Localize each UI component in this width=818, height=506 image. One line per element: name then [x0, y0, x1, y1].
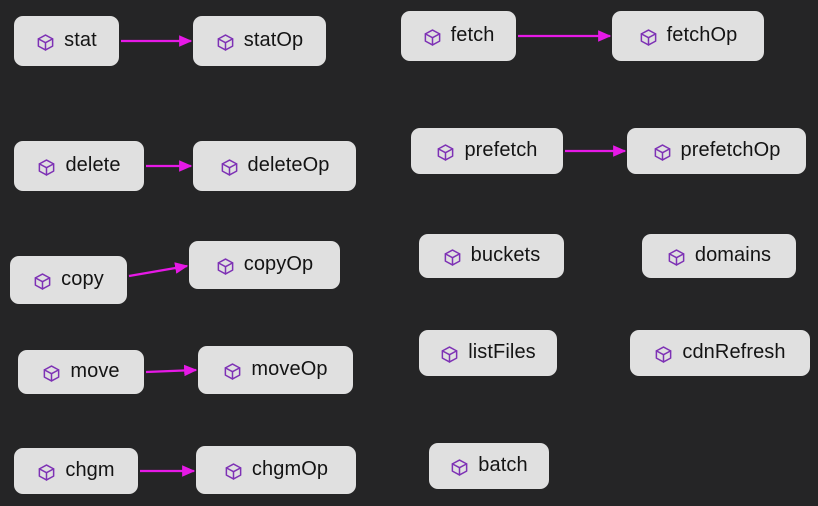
cube-icon [440, 345, 459, 364]
cube-icon [220, 158, 239, 177]
node-listFiles[interactable]: listFiles [419, 330, 557, 376]
node-label: cdnRefresh [682, 341, 786, 363]
node-moveOp[interactable]: moveOp [198, 346, 353, 394]
node-label: chgm [65, 459, 115, 481]
cube-icon [443, 248, 462, 267]
node-label: chgmOp [251, 458, 329, 480]
node-domains[interactable]: domains [642, 234, 796, 278]
node-fetch[interactable]: fetch [401, 11, 516, 61]
node-label: copyOp [243, 253, 314, 275]
cube-icon [423, 28, 442, 47]
node-deleteOp[interactable]: deleteOp [193, 141, 356, 191]
node-label: fetchOp [666, 24, 738, 46]
node-fetchOp[interactable]: fetchOp [612, 11, 764, 61]
node-label: stat [64, 29, 97, 51]
node-chgm[interactable]: chgm [14, 448, 138, 494]
cube-icon [37, 463, 56, 482]
node-label: domains [694, 244, 772, 266]
cube-icon [639, 28, 658, 47]
cube-icon [37, 158, 56, 177]
node-chgmOp[interactable]: chgmOp [196, 446, 356, 494]
graph-canvas: stat statOp fetch fetchOp delete deleteOp pref… [0, 0, 818, 506]
node-label: prefetchOp [680, 139, 781, 161]
node-buckets[interactable]: buckets [419, 234, 564, 278]
cube-icon [216, 33, 235, 52]
node-batch[interactable]: batch [429, 443, 549, 489]
node-label: copy [61, 268, 104, 290]
node-move[interactable]: move [18, 350, 144, 394]
node-label: listFiles [468, 341, 536, 363]
cube-icon [223, 362, 242, 381]
node-label: batch [478, 454, 528, 476]
node-label: buckets [470, 244, 541, 266]
node-copyOp[interactable]: copyOp [189, 241, 340, 289]
node-label: moveOp [251, 358, 328, 380]
cube-icon [667, 248, 686, 267]
node-statOp[interactable]: statOp [193, 16, 326, 66]
edge-copy-to-copyOp [128, 262, 189, 278]
edge-move-to-moveOp [145, 364, 198, 377]
node-copy[interactable]: copy [10, 256, 127, 304]
cube-icon [224, 462, 243, 481]
node-cdnRefresh[interactable]: cdnRefresh [630, 330, 810, 376]
cube-icon [450, 458, 469, 477]
node-label: statOp [243, 29, 304, 51]
node-prefetchOp[interactable]: prefetchOp [627, 128, 806, 174]
node-label: deleteOp [247, 154, 330, 176]
node-label: fetch [450, 24, 495, 46]
cube-icon [33, 272, 52, 291]
cube-icon [654, 345, 673, 364]
cube-icon [436, 143, 455, 162]
node-stat[interactable]: stat [14, 16, 119, 66]
node-prefetch[interactable]: prefetch [411, 128, 563, 174]
node-delete[interactable]: delete [14, 141, 144, 191]
node-label: prefetch [464, 139, 538, 161]
cube-icon [216, 257, 235, 276]
node-label: delete [65, 154, 121, 176]
node-label: move [70, 360, 120, 382]
cube-icon [653, 143, 672, 162]
cube-icon [42, 364, 61, 383]
cube-icon [36, 33, 55, 52]
